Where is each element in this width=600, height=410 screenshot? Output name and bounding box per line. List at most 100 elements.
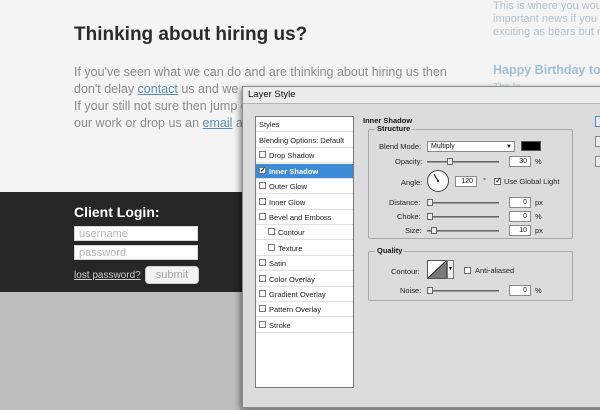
distance-unit: px [535, 198, 543, 207]
size-track [427, 230, 499, 232]
size-label: Size: [405, 226, 422, 235]
style-item-checkbox[interactable] [268, 228, 275, 236]
style-item-checkbox[interactable] [259, 320, 266, 328]
news-line-2: important news if you h [493, 13, 600, 25]
quality-label: Quality [375, 246, 405, 255]
choke-label: Choke: [397, 212, 421, 221]
style-item-checkbox[interactable] [259, 182, 266, 190]
style-item-label: Drop Shadow [269, 151, 315, 161]
email-link[interactable]: email [203, 116, 233, 130]
ok-button[interactable] [595, 116, 600, 127]
noise-label: Noise: [400, 286, 422, 295]
style-item-checkbox[interactable] [259, 151, 266, 159]
style-item-checkbox[interactable] [259, 274, 266, 282]
style-item-label: Outer Glow [269, 182, 307, 192]
contour-preview[interactable] [427, 260, 447, 279]
shadow-color-swatch[interactable] [521, 141, 541, 151]
style-item-contour[interactable]: Contour [256, 225, 353, 241]
style-item-checkbox[interactable]: ✓ [259, 166, 266, 174]
style-item-checkbox[interactable] [259, 259, 266, 267]
contour-dropdown[interactable]: ▼ [447, 260, 454, 279]
angle-input[interactable]: 120 [455, 176, 477, 187]
opacity-input[interactable]: 30 [509, 156, 531, 167]
check-icon: ✓ [495, 176, 502, 185]
chevron-down-icon: ▼ [506, 144, 512, 150]
style-item-bevel-and-emboss[interactable]: Bevel and Emboss [256, 210, 353, 225]
styles-list: Styles Blending Options: Default Drop Sha… [255, 116, 354, 388]
dialog-title: Layer Style [248, 89, 296, 100]
style-item-satin[interactable]: Satin [256, 256, 353, 272]
password-input[interactable]: password [74, 245, 198, 260]
style-item-label: Texture [278, 243, 303, 253]
noise-unit: % [535, 286, 542, 295]
size-unit: px [535, 226, 543, 235]
blend-mode-select[interactable]: Multiply ▼ [427, 141, 515, 152]
hero-title: Thinking about hiring us? [74, 24, 308, 45]
choke-thumb[interactable] [427, 213, 433, 220]
noise-thumb[interactable] [427, 287, 433, 294]
structure-label: Structure [375, 124, 413, 133]
opacity-label: Opacity: [395, 157, 423, 166]
choke-input[interactable]: 0 [509, 211, 531, 222]
news-line-1: This is where you woul [493, 0, 600, 12]
style-item-color-overlay[interactable]: Color Overlay [256, 272, 353, 287]
style-item-pattern-overlay[interactable]: Pattern Overlay [256, 302, 353, 318]
angle-needle-icon [433, 173, 439, 182]
new-style-button[interactable] [595, 156, 600, 167]
hero-line-4-text: our work or drop us an [74, 116, 203, 130]
anti-aliased-checkbox[interactable] [464, 267, 471, 274]
contour-curve-icon [427, 260, 447, 279]
distance-track [427, 202, 499, 204]
use-global-light-checkbox[interactable]: ✓ [494, 176, 502, 185]
style-item-label: Stroke [269, 320, 291, 330]
style-item-checkbox[interactable] [259, 213, 266, 220]
distance-thumb[interactable] [427, 199, 433, 206]
contour-label: Contour: [391, 267, 420, 276]
style-item-checkbox[interactable] [259, 290, 266, 297]
style-item-checkbox[interactable] [268, 243, 275, 251]
news-title[interactable]: Happy Birthday to [493, 63, 600, 77]
style-item-stroke[interactable]: Stroke [256, 318, 353, 333]
cancel-button[interactable] [595, 136, 600, 147]
style-item-outer-glow[interactable]: Outer Glow [256, 179, 353, 195]
styles-header[interactable]: Styles [256, 117, 353, 132]
style-item-drop-shadow[interactable]: Drop Shadow [256, 148, 353, 164]
angle-dial[interactable] [427, 170, 449, 192]
style-item-label: Bevel and Emboss [269, 213, 332, 222]
style-item-checkbox[interactable] [259, 197, 266, 205]
style-item-gradient-overlay[interactable]: Gradient Overlay [256, 287, 353, 302]
blend-mode-value: Multiply [431, 143, 455, 150]
distance-slider[interactable] [427, 199, 499, 206]
chevron-down-icon: ▼ [448, 266, 453, 272]
anti-aliased-label: Anti-aliased [475, 266, 515, 275]
style-item-checkbox[interactable] [259, 305, 266, 313]
angle-label: Angle: [401, 178, 423, 187]
distance-input[interactable]: 0 [509, 197, 531, 208]
username-input[interactable]: username [74, 226, 198, 241]
opacity-slider[interactable] [427, 158, 499, 165]
size-thumb[interactable] [431, 227, 437, 234]
style-item-inner-glow[interactable]: Inner Glow [256, 195, 353, 210]
dialog-titlebar[interactable]: Layer Style [243, 87, 600, 104]
choke-track [427, 216, 499, 218]
choke-slider[interactable] [427, 213, 499, 220]
size-input[interactable]: 10 [509, 225, 531, 236]
contact-link[interactable]: contact [138, 82, 178, 96]
noise-slider[interactable] [427, 287, 499, 294]
style-item-blending-options-default[interactable]: Blending Options: Default [256, 133, 353, 148]
lost-password-link[interactable]: lost password? [74, 270, 141, 281]
hero-line-2-text: don't delay [74, 82, 138, 96]
style-item-label: Inner Glow [269, 197, 306, 207]
opacity-thumb[interactable] [446, 158, 453, 165]
noise-input[interactable]: 0 [509, 285, 531, 296]
size-slider[interactable] [427, 227, 499, 234]
news-text: This is where you woul important news if… [493, 0, 600, 39]
news-line-3: exciting as bears but m [493, 26, 600, 38]
style-item-inner-shadow[interactable]: ✓ Inner Shadow [256, 163, 353, 179]
distance-label: Distance: [389, 198, 421, 207]
submit-button[interactable]: submit [145, 266, 199, 284]
style-item-texture[interactable]: Texture [256, 241, 353, 256]
quality-group: Quality Contour: ▼ Anti-aliased Noise: 0… [368, 246, 573, 301]
style-item-label: Blending Options: Default [259, 136, 345, 145]
hero-line-1: If you've seen what we can do and are th… [74, 65, 447, 79]
